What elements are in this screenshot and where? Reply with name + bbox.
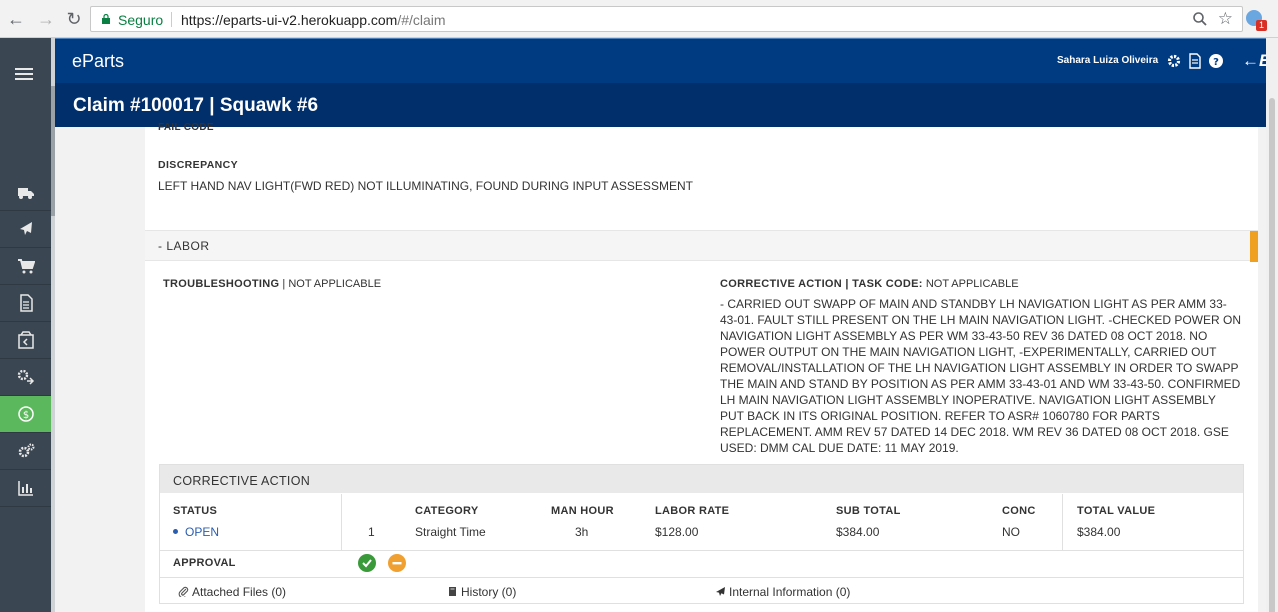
omnibox-divider [171, 12, 172, 27]
settings-gears-icon [18, 443, 34, 458]
airplane-icon [716, 587, 725, 596]
sidebar-item-cart[interactable] [0, 248, 51, 285]
history-text: History (0) [461, 585, 517, 599]
conc-value: NO [1002, 525, 1020, 539]
approve-check-icon[interactable] [358, 554, 376, 572]
url-text[interactable]: https://eparts-ui-v2.herokuapp.com/#/cla… [181, 12, 446, 28]
labor-section-title: - LABOR [158, 239, 210, 253]
back-arrow-icon[interactable]: ← [6, 9, 26, 29]
category-value: Straight Time [415, 525, 486, 539]
labor-rate-header: LABOR RATE [655, 505, 730, 517]
sidebar-item-refund[interactable]: $ [0, 396, 51, 433]
attached-files-link[interactable]: Attached Files (0) [178, 585, 286, 599]
lock-icon [102, 14, 110, 24]
app-header: eParts Sahara Luiza Oliveira ? ←E [55, 38, 1278, 83]
total-value-value: $384.00 [1077, 525, 1121, 539]
claim-content: FAIL CODE DISCREPANCY LEFT HAND NAV LIGH… [145, 122, 1258, 612]
app-logo[interactable]: eParts [72, 51, 124, 72]
category-header: CATEGORY [415, 505, 479, 517]
corrective-action-text: - CARRIED OUT SWAPP OF MAIN AND STANDBY … [720, 297, 1241, 455]
book-icon [449, 587, 456, 596]
sub-total-header: SUB TOTAL [836, 505, 901, 517]
cart-icon [17, 259, 35, 274]
zoom-icon[interactable] [1192, 11, 1208, 27]
total-value-header: TOTAL VALUE [1077, 505, 1156, 517]
corrective-action-panel: CORRECTIVE ACTION STATUS CATEGORY MAN HO… [159, 464, 1244, 604]
internal-information-link[interactable]: Internal Information (0) [715, 585, 850, 599]
status-header: STATUS [173, 505, 218, 517]
sidebar-item-returns[interactable] [0, 322, 51, 359]
page-scrollbar[interactable] [1266, 38, 1278, 612]
forward-arrow-icon[interactable]: → [36, 9, 56, 29]
corrective-action-panel-header: CORRECTIVE ACTION [160, 465, 1243, 493]
troubleshooting-label: TROUBLESHOOTING | NOT APPLICABLE [163, 278, 381, 290]
gear-icon[interactable] [1166, 53, 1182, 69]
help-icon[interactable]: ? [1208, 53, 1224, 69]
document-icon[interactable] [1187, 53, 1203, 69]
man-hour-value: 3h [575, 525, 589, 539]
sidebar-item-reports[interactable] [0, 470, 51, 507]
user-name[interactable]: Sahara Luiza Oliveira [1057, 55, 1158, 66]
sidebar: $ [0, 38, 51, 612]
labor-accent-bar [1250, 231, 1258, 262]
sidebar-item-document[interactable] [0, 285, 51, 322]
gears-exchange-icon [17, 369, 34, 385]
labor-rate-value: $128.00 [655, 525, 699, 539]
discrepancy-label: DISCREPANCY [158, 159, 239, 171]
labor-section-header[interactable]: - LABOR [145, 230, 1258, 262]
svg-text:?: ? [1213, 57, 1219, 68]
history-link[interactable]: History (0) [447, 585, 516, 599]
document-icon [19, 294, 33, 312]
dollar-refund-icon: $ [17, 406, 34, 422]
address-bar[interactable]: Seguro https://eparts-ui-v2.herokuapp.co… [90, 6, 1243, 32]
attached-files-text: Attached Files (0) [192, 585, 287, 599]
sidebar-item-exchange[interactable] [0, 359, 51, 396]
truck-icon [17, 188, 34, 199]
man-hour-header: MAN HOUR [551, 505, 614, 517]
sidebar-item-airplane[interactable] [0, 211, 51, 248]
paperclip-icon [178, 586, 189, 599]
sidebar-item-truck[interactable] [0, 174, 51, 211]
troubleshooting-value: NOT APPLICABLE [288, 278, 382, 290]
svg-text:$: $ [22, 410, 28, 421]
url-host: https://eparts-ui-v2.herokuapp.com [181, 12, 398, 28]
title-bar: Claim #100017 | Squawk #6 [55, 83, 1278, 127]
bar-chart-icon [17, 481, 33, 496]
column-divider [341, 494, 342, 550]
conc-header: CONC [1002, 505, 1036, 517]
extension-badge: 1 [1256, 20, 1267, 31]
url-path: /#/claim [397, 12, 446, 28]
page-title: Claim #100017 | Squawk #6 [73, 95, 319, 116]
internal-information-text: Internal Information (0) [729, 585, 851, 599]
row-index: 1 [368, 525, 375, 539]
sidebar-item-settings[interactable] [0, 433, 51, 470]
status-text: OPEN [185, 525, 220, 539]
fail-code-label: FAIL CODE [158, 122, 214, 132]
pending-minus-icon[interactable] [388, 554, 406, 572]
column-divider [1062, 494, 1063, 550]
task-code-value: NOT APPLICABLE [925, 278, 1019, 290]
corrective-action-panel-title: CORRECTIVE ACTION [173, 474, 311, 488]
row-divider [160, 550, 1243, 551]
hamburger-menu-icon[interactable] [15, 68, 33, 82]
reload-icon[interactable]: ↻ [64, 9, 84, 29]
browser-toolbar: ← → ↻ Seguro https://eparts-ui-v2.heroku… [0, 0, 1278, 38]
discrepancy-text: LEFT HAND NAV LIGHT(FWD RED) NOT ILLUMIN… [158, 179, 693, 193]
sub-total-value: $384.00 [836, 525, 880, 539]
status-value[interactable]: OPEN [173, 525, 219, 539]
corrective-action-title: CORRECTIVE ACTION | TASK CODE: [720, 278, 923, 290]
airplane-icon [19, 222, 32, 235]
status-dot-icon [173, 529, 178, 535]
approval-label: APPROVAL [173, 557, 236, 569]
troubleshooting-title: TROUBLESHOOTING [163, 278, 280, 290]
secure-label: Seguro [118, 12, 164, 28]
row-divider [160, 577, 1243, 578]
brand-arrow-icon: ← [1242, 51, 1259, 70]
corrective-action-label: CORRECTIVE ACTION | TASK CODE: NOT APPLI… [720, 278, 1019, 290]
box-return-icon [17, 331, 34, 349]
bookmark-star-icon[interactable]: ☆ [1218, 9, 1233, 29]
